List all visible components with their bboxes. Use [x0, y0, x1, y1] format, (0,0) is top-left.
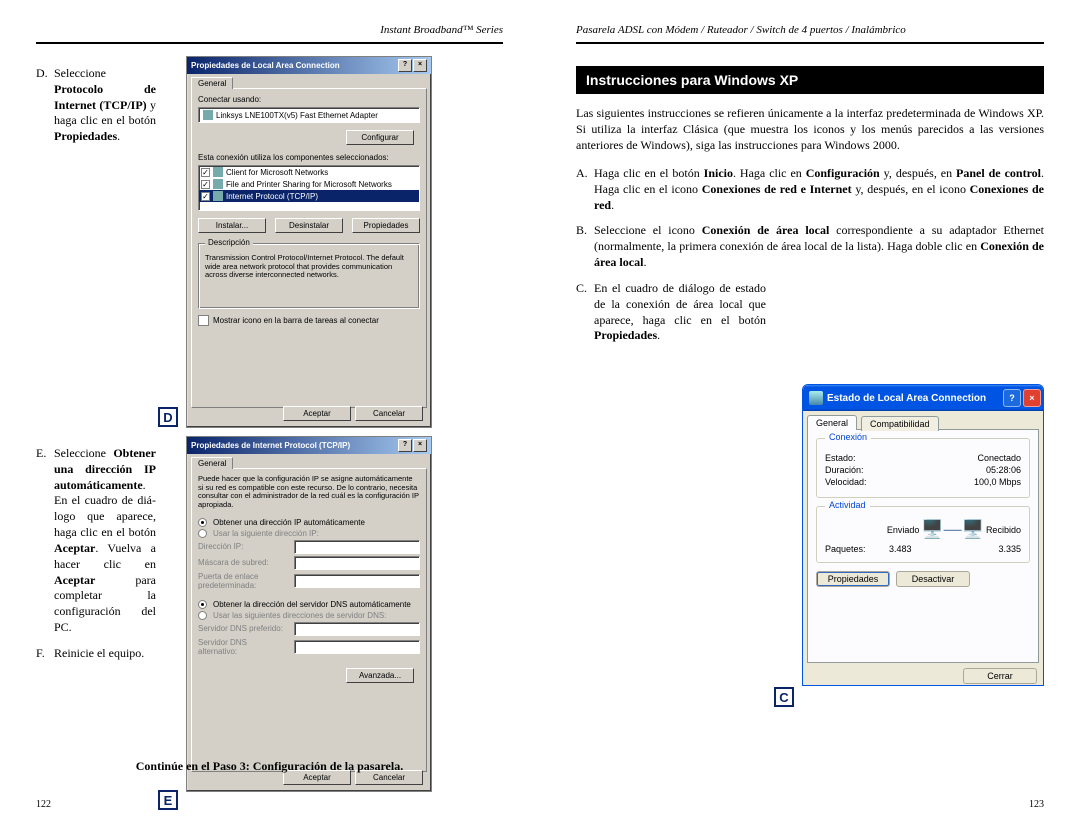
dialog-e-title: Propiedades de Internet Protocol (TCP/IP…	[191, 441, 350, 450]
estado-label: Estado:	[825, 453, 856, 463]
header-rule	[576, 42, 1044, 44]
desc-label: Descripción	[205, 238, 253, 247]
item-b-marker: B.	[576, 223, 594, 270]
tab-general[interactable]: General	[807, 415, 857, 430]
nic-icon	[203, 110, 213, 120]
help-icon[interactable]: ?	[398, 439, 412, 452]
recv-label: Recibido	[986, 525, 1021, 535]
install-button[interactable]: Instalar...	[198, 218, 266, 233]
components-listbox[interactable]: Client for Microsoft Networks File and P…	[198, 165, 420, 211]
dialog-lan-properties: Propiedades de Local Area Connection ? ×…	[186, 56, 432, 428]
dns2-field	[294, 640, 420, 654]
figure-label-d: D	[158, 407, 178, 427]
disable-button[interactable]: Desactivar	[896, 571, 970, 587]
item-b-text: Seleccione el icono Conexión de área loc…	[594, 223, 1044, 270]
tcpip-intro: Puede hacer que la configuración IP se a…	[198, 475, 420, 510]
item-f-text: Reinicie el equipo.	[54, 646, 156, 662]
cancel-button[interactable]: Cancelar	[355, 406, 423, 421]
item-d-marker: D.	[36, 66, 54, 145]
tab-general[interactable]: General	[191, 457, 233, 469]
dialog-c-titlebar[interactable]: Estado de Local Area Connection ? ×	[803, 385, 1043, 411]
dialog-d-titlebar[interactable]: Propiedades de Local Area Connection ? ×	[187, 57, 431, 74]
close-button[interactable]: Cerrar	[963, 668, 1037, 684]
tab-support[interactable]: Compatibilidad	[861, 416, 939, 431]
properties-button[interactable]: Propiedades	[816, 571, 890, 587]
radio-ip-auto[interactable]	[198, 518, 207, 527]
running-head-right: Pasarela ADSL con Módem / Ruteador / Swi…	[576, 24, 906, 36]
close-icon[interactable]: ×	[413, 439, 427, 452]
ip-field	[294, 540, 420, 554]
packets-recv: 3.335	[998, 544, 1021, 554]
show-icon-checkbox[interactable]	[198, 315, 209, 326]
checkbox-icon[interactable]	[201, 180, 210, 189]
group-connection: Conexión	[825, 432, 871, 442]
dns1-label: Servidor DNS preferido:	[198, 624, 288, 633]
duracion-label: Duración:	[825, 465, 864, 475]
activity-icon: 🖥️—🖥️	[921, 519, 984, 540]
packets-label: Paquetes:	[825, 544, 866, 554]
gw-field	[294, 574, 420, 588]
dialog-c-title: Estado de Local Area Connection	[827, 393, 986, 404]
components-label: Esta conexión utiliza los componentes se…	[198, 153, 420, 162]
item-e-text: Seleccione Obtener una dirección IP auto…	[54, 446, 156, 636]
packets-sent: 3.483	[889, 544, 912, 554]
dns1-field	[294, 622, 420, 636]
page-number-left: 122	[36, 799, 51, 810]
page-number-right: 123	[1029, 799, 1044, 810]
checkbox-icon[interactable]	[201, 168, 210, 177]
item-a-text: Haga clic en el botón Inicio. Haga clic …	[594, 166, 1044, 213]
item-c-marker: C.	[576, 281, 594, 344]
item-d-text: Seleccione Protocolo de Internet (TCP/IP…	[54, 66, 156, 145]
section-title: Instrucciones para Windows XP	[576, 66, 1044, 94]
header-rule	[36, 42, 503, 44]
dialog-tcpip-properties: Propiedades de Internet Protocol (TCP/IP…	[186, 436, 432, 792]
connect-using-label: Conectar usando:	[198, 95, 420, 104]
radio-dns-auto[interactable]	[198, 600, 207, 609]
adapter-name: Linksys LNE100TX(v5) Fast Ethernet Adapt…	[216, 111, 378, 120]
mask-label: Máscara de subred:	[198, 558, 288, 567]
velocidad-label: Velocidad:	[825, 477, 867, 487]
dialog-e-titlebar[interactable]: Propiedades de Internet Protocol (TCP/IP…	[187, 437, 431, 454]
client-icon	[213, 167, 223, 177]
continue-note: Continúe en el Paso 3: Configuración de …	[36, 759, 503, 774]
uninstall-button[interactable]: Desinstalar	[275, 218, 343, 233]
show-icon-label: Mostrar icono en la barra de tareas al c…	[213, 316, 379, 325]
item-a-marker: A.	[576, 166, 594, 213]
velocidad-value: 100,0 Mbps	[974, 477, 1021, 487]
dialog-d-title: Propiedades de Local Area Connection	[191, 61, 340, 70]
checkbox-icon[interactable]	[201, 192, 210, 201]
item-c-text: En el cuadro de diálogo de estado de la …	[594, 281, 766, 344]
figure-label-e: E	[158, 790, 178, 810]
close-icon[interactable]: ×	[1023, 389, 1041, 407]
ip-label: Dirección IP:	[198, 542, 288, 551]
network-icon	[809, 391, 823, 405]
configure-button[interactable]: Configurar	[346, 130, 414, 145]
radio-ip-manual[interactable]	[198, 529, 207, 538]
running-head-left: Instant Broadband™ Series	[380, 24, 503, 36]
ok-button[interactable]: Aceptar	[283, 406, 351, 421]
adapter-field: Linksys LNE100TX(v5) Fast Ethernet Adapt…	[198, 107, 420, 123]
figure-label-c: C	[774, 687, 794, 707]
dialog-lan-status: Estado de Local Area Connection ? × Gene…	[802, 384, 1044, 686]
desc-text: Transmission Control Protocol/Internet P…	[205, 254, 413, 280]
help-icon[interactable]: ?	[1003, 389, 1021, 407]
group-activity: Actividad	[825, 500, 870, 510]
share-icon	[213, 179, 223, 189]
help-icon[interactable]: ?	[398, 59, 412, 72]
estado-value: Conectado	[977, 453, 1021, 463]
protocol-icon	[213, 191, 223, 201]
item-e-marker: E.	[36, 446, 54, 636]
gw-label: Puerta de enlace predeterminada:	[198, 572, 288, 590]
advanced-button[interactable]: Avanzada...	[346, 668, 414, 683]
xp-intro: Las siguientes instrucciones se refieren…	[576, 106, 1044, 153]
sent-label: Enviado	[887, 525, 920, 535]
tab-general[interactable]: General	[191, 77, 233, 89]
duracion-value: 05:28:06	[986, 465, 1021, 475]
item-f-marker: F.	[36, 646, 54, 662]
dns2-label: Servidor DNS alternativo:	[198, 638, 288, 656]
radio-dns-manual[interactable]	[198, 611, 207, 620]
properties-button[interactable]: Propiedades	[352, 218, 420, 233]
mask-field	[294, 556, 420, 570]
close-icon[interactable]: ×	[413, 59, 427, 72]
